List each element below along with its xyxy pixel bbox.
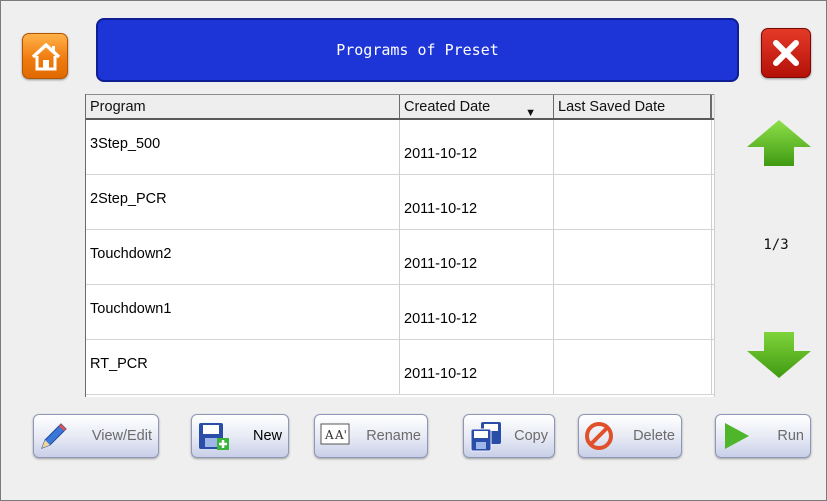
- new-button[interactable]: New: [191, 414, 289, 458]
- program-name: Touchdown1: [86, 285, 400, 339]
- page-up-button[interactable]: [746, 119, 812, 171]
- rename-icon: A A': [320, 423, 350, 445]
- page-title: Programs of Preset: [336, 41, 499, 59]
- last-saved-date: [554, 340, 712, 394]
- programs-screen: Programs of Preset Program Created Date ▼…: [0, 0, 827, 501]
- svg-text:A': A': [334, 428, 347, 442]
- pencil-icon: [41, 423, 67, 449]
- table-row[interactable]: RT_PCR 2011-10-12: [86, 340, 714, 395]
- page-indicator: 1/3: [763, 237, 789, 253]
- new-file-icon: [199, 423, 229, 450]
- created-date: 2011-10-12: [400, 120, 554, 174]
- program-name: RT_PCR: [86, 340, 400, 394]
- view-edit-button[interactable]: View/Edit: [33, 414, 159, 458]
- rename-label: Rename: [366, 428, 421, 444]
- close-button[interactable]: [761, 28, 811, 78]
- last-saved-date: [554, 285, 712, 339]
- home-button[interactable]: [22, 33, 68, 79]
- table-row[interactable]: Touchdown1 2011-10-12: [86, 285, 714, 340]
- title-bar: Programs of Preset: [96, 18, 739, 82]
- delete-label: Delete: [633, 428, 675, 444]
- page-down-button[interactable]: [746, 331, 812, 383]
- rename-button[interactable]: A A' Rename: [314, 414, 428, 458]
- copy-label: Copy: [514, 428, 548, 444]
- copy-icon: [470, 422, 501, 452]
- program-table: Program Created Date ▼ Last Saved Date 3S…: [85, 94, 715, 397]
- view-edit-label: View/Edit: [91, 428, 152, 444]
- svg-text:A: A: [324, 428, 334, 442]
- arrow-down-icon: [747, 332, 811, 378]
- arrow-up-icon: [747, 120, 811, 166]
- last-saved-date: [554, 230, 712, 284]
- run-label: Run: [777, 428, 804, 444]
- last-saved-date: [554, 175, 712, 229]
- delete-button[interactable]: Delete: [578, 414, 682, 458]
- column-header-last-saved-date[interactable]: Last Saved Date: [554, 95, 712, 118]
- created-date: 2011-10-12: [400, 230, 554, 284]
- last-saved-date: [554, 120, 712, 174]
- column-header-created-date[interactable]: Created Date ▼: [400, 95, 554, 119]
- program-name: 2Step_PCR: [86, 175, 400, 229]
- created-date: 2011-10-12: [400, 175, 554, 229]
- sort-desc-icon: ▼: [525, 107, 536, 119]
- run-button[interactable]: Run: [715, 414, 811, 458]
- column-header-program[interactable]: Program: [86, 95, 400, 118]
- created-date: 2011-10-12: [400, 340, 554, 394]
- new-label: New: [252, 428, 282, 444]
- copy-button[interactable]: Copy: [463, 414, 555, 458]
- home-icon: [31, 43, 61, 71]
- table-row[interactable]: 3Step_500 2011-10-12: [86, 120, 714, 175]
- play-icon: [725, 423, 749, 449]
- table-header: Program Created Date ▼ Last Saved Date: [86, 94, 714, 120]
- program-name: Touchdown2: [86, 230, 400, 284]
- delete-icon: [585, 422, 613, 450]
- program-name: 3Step_500: [86, 120, 400, 174]
- table-row[interactable]: Touchdown2 2011-10-12: [86, 230, 714, 285]
- created-date: 2011-10-12: [400, 285, 554, 339]
- close-icon: [773, 40, 799, 66]
- table-row[interactable]: 2Step_PCR 2011-10-12: [86, 175, 714, 230]
